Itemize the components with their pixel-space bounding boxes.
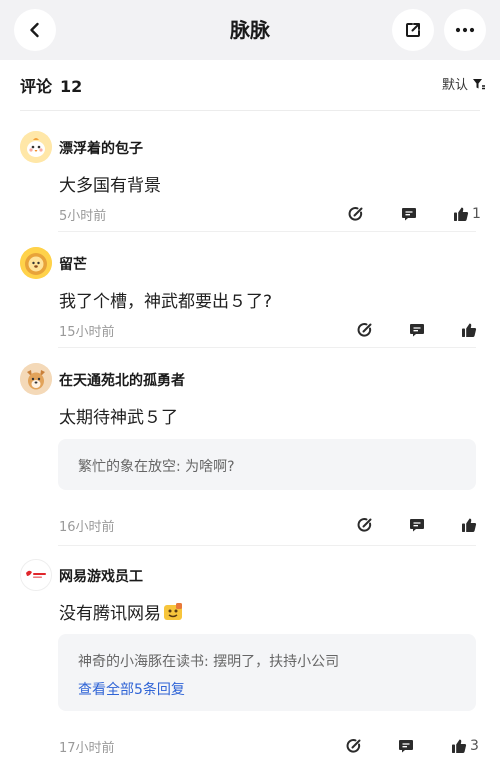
chick-avatar[interactable]	[20, 131, 52, 163]
edit-icon	[357, 517, 372, 532]
reply-action[interactable]	[409, 320, 425, 340]
filter-funnel-icon	[473, 78, 485, 89]
comment-time: 5小时前	[59, 209, 107, 224]
comment-body: 大多国有背景	[59, 176, 161, 196]
reply-action[interactable]	[401, 204, 417, 224]
comment-time: 17小时前	[59, 741, 115, 756]
like-action[interactable]	[461, 515, 477, 535]
chevron-left-icon	[30, 22, 39, 38]
netease-logo-avatar[interactable]	[20, 559, 52, 591]
like-count: 1	[472, 206, 481, 222]
comment-bubble-icon	[402, 208, 416, 221]
like-action[interactable]	[461, 320, 477, 340]
comment-separator	[58, 545, 476, 546]
top-navbar: 脉脉	[0, 0, 500, 60]
comments-title: 评论 12	[20, 73, 82, 97]
edit-action[interactable]	[346, 736, 362, 756]
comment-time: 15小时前	[59, 325, 115, 340]
netease-logo-icon	[21, 560, 51, 590]
thumbs-up-icon	[462, 518, 477, 532]
back-button[interactable]	[14, 9, 56, 51]
comments-header: 评论 12 默认	[0, 60, 500, 110]
comment-body: 我了个槽，神武都要出５了?	[59, 292, 273, 312]
chick-icon	[20, 131, 52, 163]
comment-bubble-icon	[399, 740, 413, 753]
comment-body: 太期待神武５了	[59, 408, 178, 428]
comment-time: 16小时前	[59, 520, 115, 535]
reply-action[interactable]	[398, 736, 414, 756]
share-button[interactable]	[392, 9, 434, 51]
comment-author[interactable]: 网易游戏员工	[59, 566, 143, 586]
comment-bubble-icon	[410, 519, 424, 532]
thumbs-up-icon	[452, 739, 467, 753]
sort-button[interactable]: 默认	[442, 74, 486, 93]
reply-box[interactable]: 繁忙的象在放空: 为啥啊?	[58, 439, 476, 490]
lion-avatar[interactable]	[20, 247, 52, 279]
header-divider	[20, 110, 480, 111]
comment-separator	[58, 231, 476, 232]
share-icon	[406, 23, 420, 37]
comment-author[interactable]: 漂浮着的包子	[59, 138, 143, 158]
reply-action[interactable]	[409, 515, 425, 535]
edit-action[interactable]	[357, 515, 373, 535]
comment-body-text: 没有腾讯网易	[59, 604, 161, 624]
dog-icon	[20, 363, 52, 395]
like-action[interactable]: 3	[451, 736, 479, 756]
reply-preview: 繁忙的象在放空: 为啥啊?	[78, 459, 235, 475]
edit-icon	[357, 322, 372, 337]
comment-author[interactable]: 留芒	[59, 254, 87, 274]
like-action[interactable]: 1	[453, 204, 481, 224]
more-button[interactable]	[444, 9, 486, 51]
more-dots-icon	[455, 27, 475, 33]
edit-icon	[348, 206, 363, 221]
comment-separator	[58, 347, 476, 348]
edit-action[interactable]	[348, 204, 364, 224]
thumbs-up-icon	[454, 207, 469, 221]
comments-label: 评论	[20, 77, 53, 96]
emoji-sticker-icon	[164, 603, 182, 620]
lion-icon	[20, 247, 52, 279]
dog-avatar[interactable]	[20, 363, 52, 395]
edit-action[interactable]	[357, 320, 373, 340]
edit-icon	[346, 738, 361, 753]
view-all-replies-link[interactable]: 查看全部5条回复	[78, 679, 185, 699]
comment-author[interactable]: 在天通苑北的孤勇者	[59, 370, 185, 390]
sort-label: 默认	[441, 78, 468, 93]
comments-count: 12	[60, 77, 83, 96]
comment-bubble-icon	[410, 324, 424, 337]
thumbs-up-icon	[462, 323, 477, 337]
reply-box[interactable]: 神奇的小海豚在读书: 摆明了，扶持小公司 查看全部5条回复	[58, 634, 476, 711]
reply-preview: 神奇的小海豚在读书: 摆明了，扶持小公司	[78, 654, 340, 670]
comment-body: 没有腾讯网易	[59, 599, 183, 624]
like-count: 3	[470, 738, 479, 754]
